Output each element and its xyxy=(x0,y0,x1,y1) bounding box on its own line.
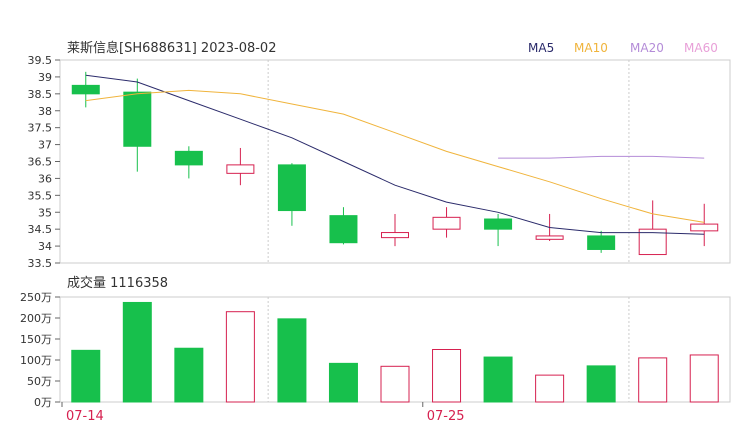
candle-body xyxy=(381,232,409,239)
volume-bar xyxy=(432,349,462,403)
volume-title: 成交量 1116358 xyxy=(67,275,168,291)
chart-title: 莱斯信息[SH688631] 2023-08-02 xyxy=(67,40,276,56)
y-tick-label: 200万 xyxy=(20,312,52,325)
candle xyxy=(277,163,306,226)
volume-bar xyxy=(225,311,255,403)
candle xyxy=(638,200,667,256)
price-panel: 39.5 39 38.5 38 37.5 37 36.5 36 35.5 35 34.5 34 33.5 xyxy=(28,54,731,270)
candle-body xyxy=(226,164,255,174)
volume-bar xyxy=(174,347,204,403)
candle xyxy=(432,207,461,238)
legend-ma20: MA20 xyxy=(630,41,664,55)
volume-bar xyxy=(122,301,152,403)
y-tick-label: 250万 xyxy=(20,291,52,304)
candle-body xyxy=(535,235,564,240)
x-tick-label: 07-14 xyxy=(66,409,104,424)
y-tick-label: 35 xyxy=(38,206,52,219)
y-tick-label: 150万 xyxy=(20,333,52,346)
y-tick-label: 100万 xyxy=(20,354,52,367)
candle-body xyxy=(123,91,152,147)
y-tick-label: 35.5 xyxy=(28,189,53,202)
candle xyxy=(484,213,513,247)
y-tick-label: 38.5 xyxy=(28,88,53,101)
volume-bar xyxy=(535,374,565,403)
y-tick-label: 36.5 xyxy=(28,156,53,169)
candle xyxy=(587,230,616,253)
candle-body xyxy=(690,223,719,232)
ma-line-ma20 xyxy=(498,155,705,159)
candle xyxy=(329,207,358,245)
candle-body xyxy=(484,218,513,230)
y-tick-label: 38 xyxy=(38,105,52,118)
y-tick-label: 0万 xyxy=(34,396,52,409)
x-tick-label: 07-25 xyxy=(427,409,465,424)
legend-ma60: MA60 xyxy=(684,41,718,55)
y-tick-label: 50万 xyxy=(27,375,52,388)
volume-bar xyxy=(586,365,616,403)
y-tick-label: 34 xyxy=(38,240,52,253)
candle-body xyxy=(329,215,358,244)
y-tick-label: 34.5 xyxy=(28,223,53,236)
candle-body xyxy=(71,84,100,95)
candle-body xyxy=(432,216,461,230)
y-tick-label: 39.5 xyxy=(28,54,53,67)
candle-body xyxy=(277,164,306,212)
volume-bar xyxy=(689,354,719,403)
y-tick-label: 37.5 xyxy=(28,122,53,135)
candle xyxy=(381,213,409,247)
volume-panel: 250万 200万 150万 100万 50万 0万 xyxy=(20,291,731,409)
candle xyxy=(123,78,152,172)
volume-bar xyxy=(380,365,410,403)
legend-ma10: MA10 xyxy=(574,41,608,55)
y-tick-label: 33.5 xyxy=(28,257,53,270)
candle xyxy=(71,71,100,108)
candle xyxy=(174,146,203,179)
y-tick-label: 36 xyxy=(38,172,52,185)
ma-legend: MA5 MA10 MA20 MA60 xyxy=(528,41,718,55)
candle xyxy=(690,203,719,247)
candle-body xyxy=(174,150,203,166)
volume-bar xyxy=(328,362,358,403)
volume-bar xyxy=(71,349,101,403)
y-tick-label: 37 xyxy=(38,139,52,152)
legend-ma5: MA5 xyxy=(528,41,554,55)
volume-bar xyxy=(277,318,307,403)
volume-bar xyxy=(638,357,668,403)
x-axis-labels: 07-14 07-25 xyxy=(61,402,465,424)
stock-chart: 莱斯信息[SH688631] 2023-08-02 MA5 MA10 MA20 MA6… xyxy=(20,40,731,424)
y-tick-label: 39 xyxy=(38,71,52,84)
volume-bar xyxy=(483,356,513,403)
candle xyxy=(226,147,255,186)
candle-body xyxy=(587,235,616,250)
